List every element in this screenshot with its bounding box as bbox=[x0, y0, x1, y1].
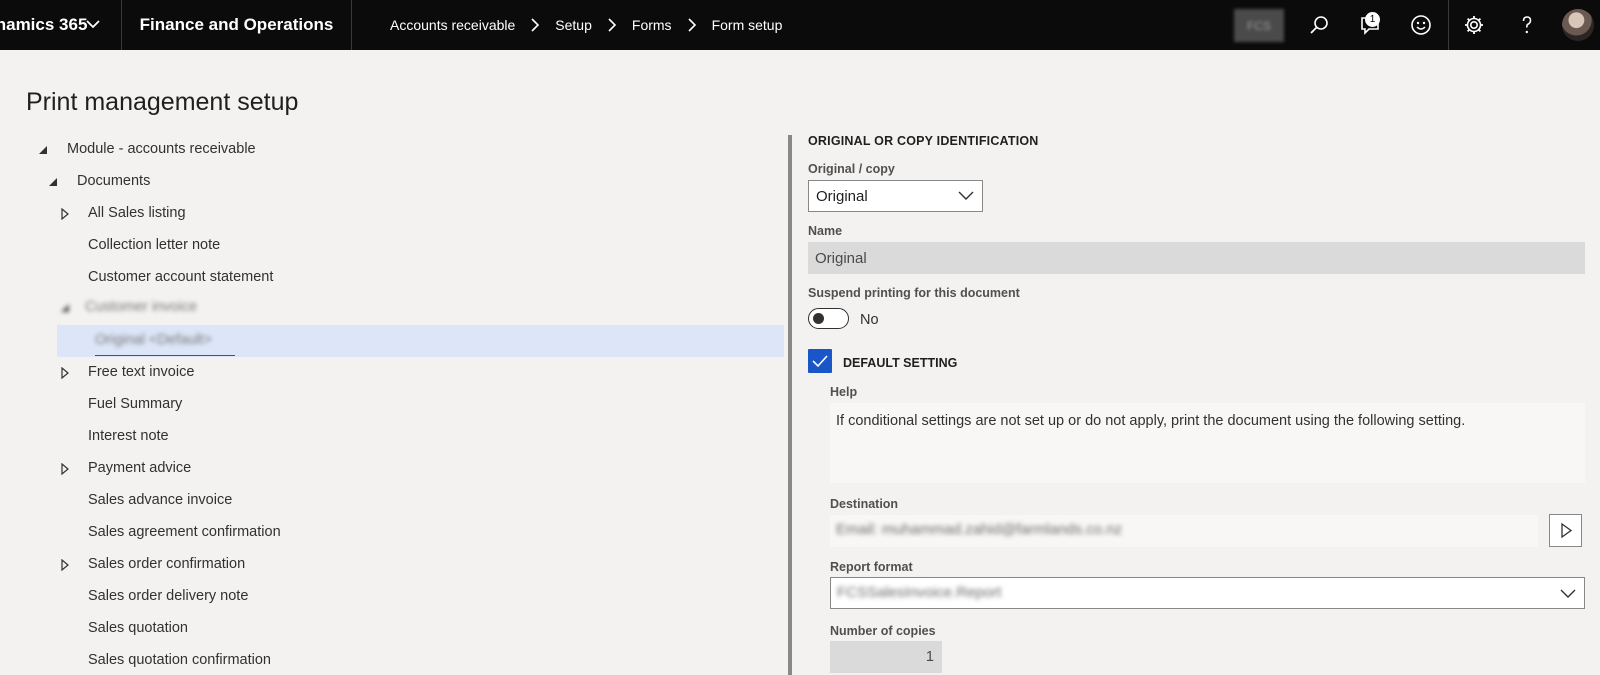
top-navbar: Dynamics 365 Finance and Operations Acco… bbox=[0, 0, 1600, 50]
user-avatar[interactable] bbox=[1562, 9, 1594, 41]
original-copy-select[interactable]: Original bbox=[808, 180, 983, 212]
company-picker[interactable]: FCS bbox=[1234, 9, 1284, 42]
tree-item-free-text-invoice[interactable]: Free text invoice bbox=[0, 357, 784, 389]
focus-underline bbox=[95, 355, 235, 356]
tree-item-label: Fuel Summary bbox=[88, 396, 183, 412]
tree-item-label: Sales advance invoice bbox=[88, 492, 233, 508]
settings-gear-icon[interactable] bbox=[1462, 13, 1486, 37]
copies-value: 1 bbox=[925, 649, 934, 665]
expanded-triangle-icon[interactable] bbox=[48, 176, 58, 188]
suspend-printing-toggle[interactable] bbox=[808, 308, 849, 329]
tree-item-sales-quotation-confirmation[interactable]: Sales quotation confirmation bbox=[0, 645, 784, 675]
tree-item-sales-order-confirmation[interactable]: Sales order confirmation bbox=[0, 549, 784, 581]
tree-item-interest-note[interactable]: Interest note bbox=[0, 421, 784, 453]
tree-item-label: Collection letter note bbox=[88, 237, 221, 253]
breadcrumb-item-forms[interactable]: Forms bbox=[632, 17, 672, 33]
collapsed-triangle-icon[interactable] bbox=[60, 463, 70, 475]
default-setting-checkbox[interactable] bbox=[808, 349, 832, 373]
chevron-down-icon bbox=[86, 20, 100, 29]
expanded-triangle-icon[interactable] bbox=[60, 302, 70, 314]
collapsed-triangle-icon[interactable] bbox=[60, 208, 70, 220]
tree-item-label: Customer account statement bbox=[88, 269, 274, 285]
tree-item-customer-invoice[interactable]: Customer invoice bbox=[0, 292, 784, 324]
breadcrumb: Accounts receivable Setup Forms Form set… bbox=[390, 0, 782, 50]
collapsed-triangle-icon[interactable] bbox=[60, 367, 70, 379]
breadcrumb-item-setup[interactable]: Setup bbox=[555, 17, 592, 33]
tree-item-sales-agreement-confirmation[interactable]: Sales agreement confirmation bbox=[0, 517, 784, 549]
checkmark-icon bbox=[812, 355, 828, 368]
destination-value: Email: muhammad.zahid@farmlands.co.nz bbox=[836, 521, 1123, 538]
tree-item-collection-letter-note[interactable]: Collection letter note bbox=[0, 230, 784, 262]
tree-item-label: All Sales listing bbox=[88, 205, 186, 221]
tree-item-module[interactable]: Module - accounts receivable bbox=[0, 134, 784, 166]
destination-field[interactable]: Email: muhammad.zahid@farmlands.co.nz bbox=[830, 515, 1538, 547]
app-name: Dynamics 365 bbox=[0, 15, 88, 34]
help-label: Help bbox=[830, 385, 858, 399]
tree-item-label: Sales order delivery note bbox=[88, 588, 249, 604]
notification-badge: 1 bbox=[1365, 12, 1380, 27]
name-label: Name bbox=[808, 224, 843, 238]
tree-item-sales-advance-invoice[interactable]: Sales advance invoice bbox=[0, 485, 784, 517]
pane-splitter[interactable] bbox=[788, 135, 792, 675]
tree-item-all-sales-listing[interactable]: All Sales listing bbox=[0, 198, 784, 230]
product-label: Finance and Operations bbox=[139, 15, 334, 34]
toggle-knob bbox=[813, 313, 824, 324]
name-field: Original bbox=[808, 242, 1585, 274]
destination-lookup-button[interactable] bbox=[1549, 514, 1582, 547]
tree-item-label: Customer invoice bbox=[85, 299, 198, 315]
tree-item-label: Documents bbox=[77, 173, 151, 189]
search-icon[interactable] bbox=[1307, 13, 1331, 37]
tree-item-label: Interest note bbox=[88, 428, 169, 444]
tree-item-label: Payment advice bbox=[88, 460, 192, 476]
default-setting-label: DEFAULT SETTING bbox=[843, 356, 958, 370]
chevron-down-icon bbox=[1560, 589, 1576, 598]
section-title: ORIGINAL OR COPY IDENTIFICATION bbox=[808, 134, 1039, 148]
tree-item-original-default[interactable]: Original <Default> bbox=[57, 325, 784, 357]
tree-item-customer-account-statement[interactable]: Customer account statement bbox=[0, 262, 784, 294]
nav-divider bbox=[1448, 0, 1449, 50]
tree-item-payment-advice[interactable]: Payment advice bbox=[0, 453, 784, 485]
report-format-label: Report format bbox=[830, 560, 913, 574]
breadcrumb-item-form-setup[interactable]: Form setup bbox=[712, 17, 783, 33]
chevron-down-icon bbox=[958, 191, 974, 200]
suspend-printing-value: No bbox=[860, 312, 879, 328]
original-copy-label: Original / copy bbox=[808, 162, 895, 176]
tree-item-label: Module - accounts receivable bbox=[67, 141, 256, 157]
original-copy-value: Original bbox=[816, 188, 868, 205]
tree-item-sales-order-delivery-note[interactable]: Sales order delivery note bbox=[0, 581, 784, 613]
report-format-value: FCSSalesInvoice.Report bbox=[837, 584, 1002, 601]
chevron-right-icon bbox=[531, 18, 540, 32]
copies-label: Number of copies bbox=[830, 624, 936, 638]
help-icon[interactable] bbox=[1515, 13, 1539, 37]
tree-item-label: Original <Default> bbox=[95, 332, 212, 348]
expanded-triangle-icon[interactable] bbox=[38, 144, 48, 156]
tree-item-label: Sales order confirmation bbox=[88, 556, 246, 572]
collapsed-triangle-icon[interactable] bbox=[60, 559, 70, 571]
report-format-select[interactable]: FCSSalesInvoice.Report bbox=[830, 577, 1585, 609]
tree-item-label: Free text invoice bbox=[88, 364, 195, 380]
tree-item-documents[interactable]: Documents bbox=[0, 166, 784, 198]
app-switcher[interactable]: Dynamics 365 bbox=[0, 0, 122, 50]
chevron-right-icon bbox=[687, 18, 696, 32]
destination-label: Destination bbox=[830, 497, 899, 511]
tree-item-fuel-summary[interactable]: Fuel Summary bbox=[0, 389, 784, 421]
page-title: Print management setup bbox=[26, 88, 299, 116]
tree-item-sales-quotation[interactable]: Sales quotation bbox=[0, 613, 784, 645]
name-value: Original bbox=[815, 250, 867, 267]
tree-item-label: Sales agreement confirmation bbox=[88, 524, 281, 540]
product-name[interactable]: Finance and Operations bbox=[122, 0, 352, 50]
chevron-right-icon bbox=[608, 18, 617, 32]
tree-item-label: Sales quotation bbox=[88, 620, 188, 636]
feedback-smiley-icon[interactable] bbox=[1409, 13, 1433, 37]
play-triangle-icon bbox=[1561, 522, 1573, 539]
copies-field: 1 bbox=[830, 641, 942, 673]
tree-item-label: Sales quotation confirmation bbox=[88, 652, 271, 668]
breadcrumb-item-accounts-receivable[interactable]: Accounts receivable bbox=[390, 17, 515, 33]
suspend-printing-label: Suspend printing for this document bbox=[808, 286, 1020, 300]
help-text: If conditional settings are not set up o… bbox=[836, 413, 1466, 429]
help-text-box: If conditional settings are not set up o… bbox=[830, 403, 1585, 483]
